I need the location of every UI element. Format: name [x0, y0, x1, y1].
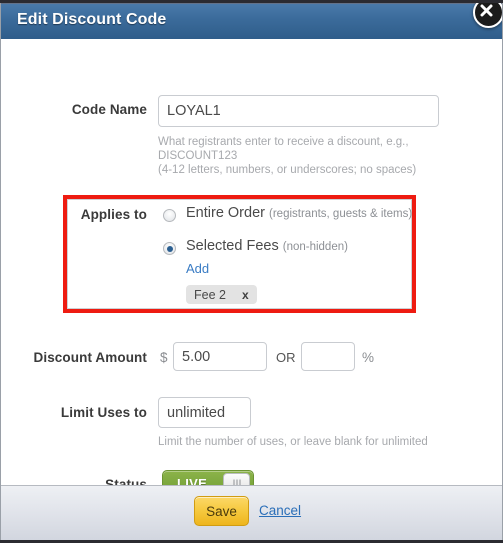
dialog-footer: Save Cancel: [1, 485, 502, 540]
add-fee-link[interactable]: Add: [186, 261, 209, 276]
fee-chip-label: Fee 2: [194, 287, 226, 302]
option-entire-order[interactable]: Entire Order (registrants, guests & item…: [186, 205, 412, 221]
fee-chip-remove-icon[interactable]: x: [242, 288, 249, 302]
save-button[interactable]: Save: [194, 496, 249, 526]
dialog-title: Edit Discount Code: [17, 11, 167, 28]
discount-amount-label: Discount Amount: [33, 350, 147, 365]
option-entire-order-label: Entire Order: [186, 205, 265, 221]
option-selected-fees-sublabel: (non-hidden): [282, 241, 348, 253]
applies-to-label: Applies to: [80, 207, 147, 222]
discount-amount-input[interactable]: [173, 342, 267, 371]
code-name-label: Code Name: [71, 102, 147, 117]
dialog-body: Code Name What registrants enter to rece…: [1, 39, 502, 502]
fee-chip[interactable]: Fee 2 x: [186, 285, 257, 304]
currency-symbol: $: [160, 350, 168, 365]
code-name-hint-line3: (4-12 letters, numbers, or underscores; …: [158, 164, 417, 176]
option-entire-order-sublabel: (registrants, guests & items): [269, 208, 413, 220]
limit-uses-hint: Limit the number of uses, or leave blank…: [158, 436, 428, 448]
radio-entire-order[interactable]: [163, 209, 176, 222]
percent-symbol: %: [362, 350, 375, 365]
code-name-hint-line1: What registrants enter to receive a disc…: [158, 136, 409, 148]
dialog-titlebar: Edit Discount Code: [1, 3, 502, 39]
option-selected-fees[interactable]: Selected Fees (non-hidden): [186, 238, 348, 254]
cancel-link[interactable]: Cancel: [259, 503, 301, 518]
or-label: OR: [276, 350, 296, 365]
close-icon[interactable]: [473, 3, 502, 28]
limit-uses-label: Limit Uses to: [60, 405, 147, 420]
discount-percent-input[interactable]: [301, 342, 355, 371]
limit-uses-input[interactable]: [158, 397, 251, 428]
option-selected-fees-label: Selected Fees: [186, 238, 279, 254]
code-name-input[interactable]: [158, 95, 439, 127]
edit-discount-code-dialog: Edit Discount Code Code Name What regist…: [0, 3, 503, 540]
radio-selected-fees[interactable]: [163, 242, 176, 255]
code-name-hint-line2: DISCOUNT123: [158, 150, 238, 162]
